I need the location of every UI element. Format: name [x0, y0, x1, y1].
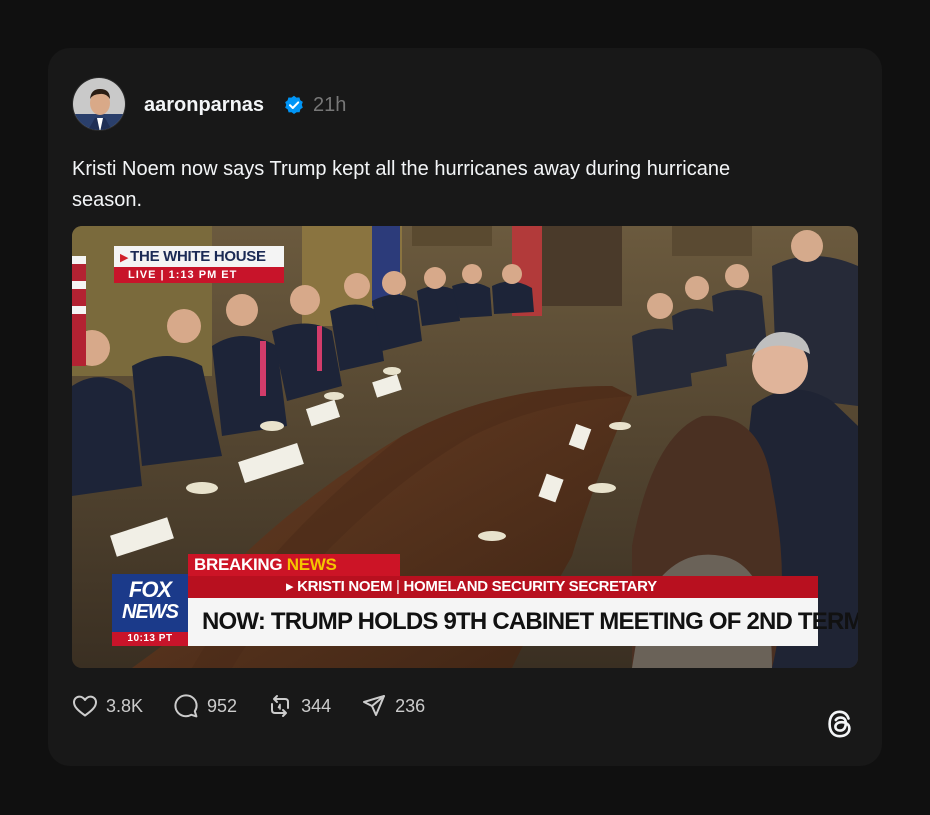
repost-count: 344	[301, 695, 332, 716]
like-count: 3.8K	[106, 695, 144, 716]
reply-count: 952	[207, 695, 238, 716]
news-headline: NOW: TRUMP HOLDS 9TH CABINET MEETING OF …	[188, 598, 858, 646]
fox-news-logo: FOX NEWS 10:13 PT	[112, 574, 188, 646]
share-button[interactable]: 236	[361, 692, 425, 720]
post-card: aaronparnas 21h Kristi Noem now says Tru…	[48, 48, 882, 766]
threads-logo-icon[interactable]	[822, 706, 858, 742]
post-text: Kristi Noem now says Trump kept all the …	[72, 158, 731, 211]
verified-badge-icon	[285, 95, 303, 114]
speaker-title: HOMELAND SECURITY SECRETARY	[403, 578, 658, 595]
comment-icon	[174, 694, 198, 718]
reply-button[interactable]: 952	[173, 692, 237, 720]
news-lower-third: BREAKING NEWS ▸ KRISTI NOEM | HOMELAND S…	[112, 552, 858, 650]
post-video[interactable]: ▶ THE WHITE HOUSE LIVE | 1:13 PM ET BREAK…	[72, 226, 858, 668]
repost-icon	[271, 695, 290, 717]
like-button[interactable]: 3.8K	[72, 692, 143, 720]
location-tag: ▶ THE WHITE HOUSE LIVE | 1:13 PM ET	[114, 246, 284, 283]
network-clock: 10:13 PT	[112, 632, 188, 646]
send-icon	[363, 695, 386, 716]
breaking-news-label: BREAKING NEWS	[188, 554, 400, 576]
live-time: 1:13 PM ET	[168, 269, 238, 281]
share-count: 236	[395, 695, 426, 716]
repost-button[interactable]: 344	[267, 692, 331, 720]
heart-icon	[73, 695, 97, 717]
play-triangle-icon: ▶	[120, 252, 129, 264]
location-title: THE WHITE HOUSE	[130, 248, 266, 265]
post-timestamp[interactable]: 21h	[313, 94, 346, 117]
live-label: LIVE	[128, 269, 157, 281]
avatar[interactable]	[72, 77, 126, 131]
username[interactable]: aaronparnas	[144, 94, 264, 117]
speaker-bar: ▸ KRISTI NOEM | HOMELAND SECURITY SECRET…	[188, 576, 818, 598]
speaker-name: KRISTI NOEM	[297, 578, 393, 595]
action-bar: 3.8K 952 344 236	[72, 692, 455, 720]
